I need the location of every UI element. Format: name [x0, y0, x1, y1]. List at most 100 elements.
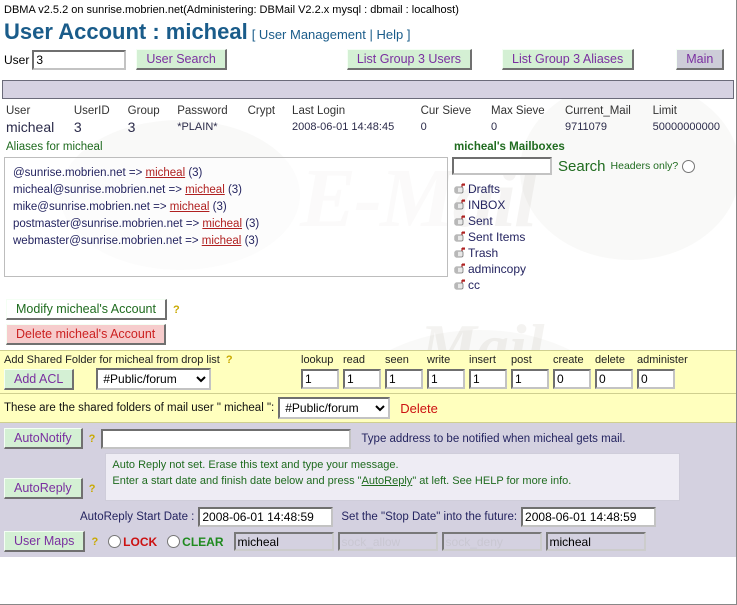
- add-acl-button[interactable]: Add ACL: [4, 368, 75, 390]
- help-icon[interactable]: ?: [173, 304, 180, 316]
- autonotify-input[interactable]: [101, 428, 352, 449]
- acl-field-administer-wrap: [637, 369, 679, 389]
- alias-target-user[interactable]: micheal: [185, 184, 225, 196]
- headers-only-radio[interactable]: [682, 159, 696, 173]
- mailbox-icon: [452, 230, 466, 244]
- toolbar: User User Search List Group 3 Users List…: [0, 47, 736, 74]
- autoreply-line-1: Auto Reply not set. Erase this text and …: [112, 459, 399, 471]
- help-icon[interactable]: ?: [89, 433, 96, 445]
- grid-field-wrap: grid: [545, 532, 646, 551]
- autoreply-button[interactable]: AutoReply: [4, 478, 83, 499]
- mailbox-link[interactable]: admincopy: [468, 262, 526, 276]
- user-info-value-row: micheal 3 3 *PLAIN* 2008-06-01 14:48:45 …: [0, 119, 736, 139]
- val-userid: 3: [73, 119, 82, 135]
- acl-col-insert: insert: [469, 354, 496, 366]
- lock-radio[interactable]: [108, 535, 122, 548]
- acl-col-post: post: [511, 354, 532, 366]
- acl-field-seen[interactable]: [385, 369, 423, 389]
- autonotify-button[interactable]: AutoNotify: [4, 428, 83, 449]
- mailbox-search-input[interactable]: [452, 157, 552, 175]
- autoreply-inline-link[interactable]: AutoReply: [362, 475, 413, 487]
- mailbox-search-button[interactable]: Search: [558, 158, 606, 175]
- page-title: User Account : micheal: [4, 19, 248, 44]
- mailbox-link[interactable]: Sent: [468, 214, 493, 228]
- acl-field-delete[interactable]: [595, 369, 633, 389]
- alias-target-user[interactable]: micheal: [202, 235, 242, 247]
- autoreply-stop-input[interactable]: [521, 507, 657, 527]
- main-button[interactable]: Main: [676, 49, 725, 70]
- mailboxes-panel: micheal's Mailboxes Search Headers only?…: [448, 139, 733, 293]
- login-field-wrap: login: [233, 532, 334, 551]
- mailbox-item[interactable]: INBOX: [452, 197, 733, 213]
- acl-field-create[interactable]: [553, 369, 591, 389]
- sock-deny-field[interactable]: [441, 532, 542, 551]
- clear-radio[interactable]: [167, 535, 181, 548]
- mailbox-link[interactable]: Drafts: [468, 182, 500, 196]
- mailbox-item[interactable]: Drafts: [452, 181, 733, 197]
- alias-row[interactable]: webmaster@sunrise.mobrien.net => micheal…: [13, 232, 439, 249]
- mailbox-item[interactable]: admincopy: [452, 261, 733, 277]
- acl-heading: Add Shared Folder for micheal from drop …: [4, 354, 301, 366]
- acl-folder-select[interactable]: #Public/forum: [96, 368, 212, 390]
- mailbox-link[interactable]: INBOX: [468, 198, 505, 212]
- separator-bar: [2, 80, 734, 99]
- col-user: User: [6, 105, 31, 117]
- delete-shared-folder-link[interactable]: Delete: [400, 401, 438, 416]
- acl-field-insert[interactable]: [469, 369, 507, 389]
- help-icon[interactable]: ?: [89, 483, 96, 495]
- acl-field-post[interactable]: [511, 369, 549, 389]
- alias-target-user[interactable]: micheal: [202, 218, 242, 230]
- help-icon[interactable]: ?: [91, 536, 98, 548]
- modify-account-row: Modify micheal's Account ?: [0, 293, 736, 320]
- mailbox-item[interactable]: Trash: [452, 245, 733, 261]
- acl-field-administer[interactable]: [637, 369, 675, 389]
- alias-row[interactable]: postmaster@sunrise.mobrien.net => michea…: [13, 215, 439, 232]
- autoreply-start-input[interactable]: [198, 507, 334, 527]
- val-group: 3: [127, 119, 136, 135]
- alias-row[interactable]: mike@sunrise.mobrien.net => micheal (3): [13, 198, 439, 215]
- aliases-panel: Aliases for micheal @sunrise.mobrien.net…: [0, 139, 448, 277]
- mailbox-link[interactable]: Trash: [468, 246, 498, 260]
- delete-account-button[interactable]: Delete micheal's Account: [6, 324, 167, 345]
- header-nav-links[interactable]: [ User Management | Help ]: [252, 27, 411, 42]
- modify-account-button[interactable]: Modify micheal's Account: [6, 299, 167, 320]
- mailbox-item[interactable]: Sent Items: [452, 229, 733, 245]
- help-icon[interactable]: ?: [226, 354, 233, 366]
- shared-folder-select[interactable]: #Public/forum: [278, 397, 391, 419]
- val-last-login: 2008-06-01 14:48:45: [292, 121, 395, 133]
- alias-address: mike@sunrise.mobrien.net =>: [13, 200, 170, 213]
- sock-allow-field[interactable]: [337, 532, 438, 551]
- sock-deny-field-wrap: sock_deny: [441, 532, 542, 551]
- lock-label: LOCK: [123, 534, 158, 549]
- acl-field-read-wrap: [343, 369, 385, 389]
- autoreply-stop-label: Set the "Stop Date" into the future:: [341, 511, 518, 523]
- acl-field-lookup[interactable]: [301, 369, 339, 389]
- user-search-button[interactable]: User Search: [136, 49, 227, 70]
- mailbox-item[interactable]: Sent: [452, 213, 733, 229]
- alias-address: micheal@sunrise.mobrien.net =>: [13, 183, 186, 196]
- val-max-sieve: 0: [491, 121, 498, 133]
- mailbox-search-row: Search Headers only?: [452, 157, 733, 175]
- alias-target-user[interactable]: micheal: [170, 201, 210, 213]
- main-panels: Aliases for micheal @sunrise.mobrien.net…: [0, 139, 736, 293]
- autoreply-textarea[interactable]: Auto Reply not set. Erase this text and …: [105, 453, 681, 501]
- mailbox-link[interactable]: Sent Items: [468, 230, 525, 244]
- list-group-users-button[interactable]: List Group 3 Users: [346, 49, 473, 70]
- mailbox-link[interactable]: cc: [468, 278, 480, 292]
- login-field[interactable]: [233, 532, 334, 551]
- aliases-heading: Aliases for micheal: [6, 141, 103, 153]
- alias-count: (3): [209, 200, 227, 213]
- user-maps-button[interactable]: User Maps: [4, 531, 86, 552]
- alias-row[interactable]: micheal@sunrise.mobrien.net => micheal (…: [13, 181, 439, 198]
- shared-folders-section: These are the shared folders of mail use…: [0, 394, 736, 423]
- clear-label: CLEAR: [182, 534, 224, 549]
- acl-field-write[interactable]: [427, 369, 465, 389]
- alias-row[interactable]: @sunrise.mobrien.net => micheal (3): [13, 164, 439, 181]
- list-group-aliases-button[interactable]: List Group 3 Aliases: [502, 49, 635, 70]
- user-input[interactable]: [32, 49, 127, 70]
- alias-target-user[interactable]: micheal: [146, 167, 186, 179]
- autoreply-section: AutoNotify ? Type address to be notified…: [0, 423, 736, 557]
- grid-field[interactable]: [545, 532, 646, 551]
- acl-field-read[interactable]: [343, 369, 381, 389]
- mailbox-item[interactable]: cc: [452, 277, 733, 293]
